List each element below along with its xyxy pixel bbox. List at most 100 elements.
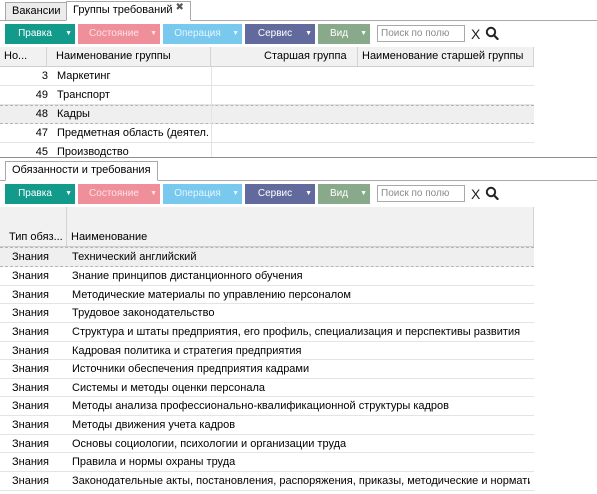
row-duty-type: Знания bbox=[12, 419, 50, 431]
view-menu-button[interactable]: Вид ▼ bbox=[318, 24, 370, 44]
table-row[interactable]: Знания Кадровая политика и стратегия пре… bbox=[0, 342, 534, 360]
table-row[interactable]: Знания Знание принципов дистанционного о… bbox=[0, 267, 534, 286]
view-menu-button[interactable]: Вид ▼ bbox=[318, 184, 370, 204]
table-row[interactable]: Знания Законодательные акты, постановлен… bbox=[0, 472, 534, 491]
table-row[interactable]: 49 Транспорт bbox=[0, 86, 534, 105]
chevron-down-icon: ▼ bbox=[360, 190, 367, 197]
top-toolbar: Правка ▼ Состояние ▼ Операция ▼ Сервис ▼ Вид… bbox=[0, 22, 597, 46]
table-row[interactable]: 45 Производство bbox=[0, 143, 534, 157]
operation-menu-button[interactable]: Операция ▼ bbox=[163, 184, 242, 204]
tab-requirement-groups[interactable]: Группы требований ✖ bbox=[66, 1, 191, 21]
column-header-name[interactable]: Наименование bbox=[67, 207, 534, 246]
column-header-parent-group[interactable]: Старшая группа bbox=[211, 47, 358, 66]
clear-search-button[interactable]: X bbox=[471, 186, 480, 202]
row-number: 45 bbox=[35, 146, 48, 157]
state-menu-button[interactable]: Состояние ▼ bbox=[78, 24, 160, 44]
row-duty-name: Основы социологии, психологии и организа… bbox=[72, 438, 347, 450]
splitter[interactable] bbox=[0, 157, 597, 158]
row-duty-type: Знания bbox=[12, 251, 50, 263]
row-duty-type: Знания bbox=[12, 326, 50, 338]
row-duty-name: Системы и методы оценки персонала bbox=[72, 382, 265, 394]
column-header-parent-group-name[interactable]: Наименование старшей группы bbox=[358, 47, 534, 66]
tab-requirement-groups-label: Группы требований bbox=[73, 4, 173, 16]
service-menu-button[interactable]: Сервис ▼ bbox=[245, 24, 315, 44]
row-duty-type: Знания bbox=[12, 400, 50, 412]
row-duty-name: Правила и нормы охраны труда bbox=[72, 456, 236, 468]
chevron-down-icon: ▼ bbox=[65, 30, 72, 37]
column-divider bbox=[211, 67, 212, 157]
chevron-down-icon: ▼ bbox=[305, 190, 312, 197]
tab-vacancies-label: Вакансии bbox=[12, 5, 61, 17]
table-row[interactable]: Знания Системы и методы оценки персонала bbox=[0, 379, 534, 397]
table-row-selected[interactable]: 48 Кадры bbox=[0, 105, 534, 124]
column-header-group-name[interactable]: Наименование группы bbox=[47, 47, 211, 66]
view-menu-label: Вид bbox=[329, 188, 349, 199]
row-number: 47 bbox=[35, 127, 48, 139]
row-group-name: Маркетинг bbox=[57, 70, 111, 82]
row-duty-name: Кадровая политика и стратегия предприяти… bbox=[72, 345, 302, 357]
duties-requirements-table: Тип обяз... Наименование Знания Техничес… bbox=[0, 207, 597, 494]
service-menu-label: Сервис bbox=[257, 28, 293, 39]
table-row[interactable]: Знания Источники обеспечения предприятия… bbox=[0, 360, 534, 379]
search-icon[interactable] bbox=[485, 25, 499, 41]
close-tab-icon[interactable]: ✖ bbox=[175, 2, 183, 13]
field-search-input[interactable] bbox=[377, 25, 465, 42]
column-header-number[interactable]: Но... bbox=[0, 47, 47, 66]
table-header: Тип обяз... Наименование bbox=[0, 207, 534, 247]
table-row[interactable]: 3 Маркетинг bbox=[0, 67, 534, 86]
operation-menu-button[interactable]: Операция ▼ bbox=[163, 24, 242, 44]
row-duty-type: Знания bbox=[12, 307, 50, 319]
table-row-selected[interactable]: Знания Технический английский bbox=[0, 247, 534, 267]
table-row[interactable]: Знания Правила и нормы охраны труда bbox=[0, 453, 534, 472]
table-row[interactable]: Знания Методы анализа профессионально-кв… bbox=[0, 397, 534, 416]
row-duty-type: Знания bbox=[12, 289, 50, 301]
tab-duties-and-requirements[interactable]: Обязанности и требования bbox=[5, 161, 158, 181]
chevron-down-icon: ▼ bbox=[360, 30, 367, 37]
row-group-name: Предметная область (деятел... bbox=[57, 127, 209, 139]
operation-menu-label: Операция bbox=[174, 188, 221, 199]
table-row[interactable]: Знания Трудовое законодательство bbox=[0, 304, 534, 323]
chevron-down-icon: ▼ bbox=[150, 30, 157, 37]
edit-menu-button[interactable]: Правка ▼ bbox=[5, 24, 75, 44]
requirement-groups-table: Но... Наименование группы Старшая группа… bbox=[0, 47, 597, 157]
row-duty-type: Знания bbox=[12, 438, 50, 450]
row-group-name: Транспорт bbox=[57, 89, 110, 101]
state-menu-button[interactable]: Состояние ▼ bbox=[78, 184, 160, 204]
row-number: 3 bbox=[41, 70, 48, 82]
state-menu-label: Состояние bbox=[89, 28, 139, 39]
tab-vacancies[interactable]: Вакансии bbox=[5, 2, 68, 21]
clear-search-button[interactable]: X bbox=[471, 26, 480, 42]
operation-menu-label: Операция bbox=[174, 28, 221, 39]
service-menu-button[interactable]: Сервис ▼ bbox=[245, 184, 315, 204]
row-duty-type: Знания bbox=[12, 345, 50, 357]
chevron-down-icon: ▼ bbox=[65, 190, 72, 197]
field-search-input[interactable] bbox=[377, 185, 465, 202]
chevron-down-icon: ▼ bbox=[232, 190, 239, 197]
row-duty-name: Структура и штаты предприятия, его профи… bbox=[72, 326, 521, 338]
tab-duties-label: Обязанности и требования bbox=[12, 164, 151, 176]
detail-tab-bar: Обязанности и требования bbox=[0, 160, 597, 181]
view-menu-label: Вид bbox=[329, 28, 349, 39]
chevron-down-icon: ▼ bbox=[232, 30, 239, 37]
row-duty-name: Законодательные акты, постановления, рас… bbox=[72, 475, 530, 487]
table-row[interactable]: Знания Методы движения учета кадров bbox=[0, 416, 534, 435]
service-menu-label: Сервис bbox=[257, 188, 293, 199]
row-duty-name: Знание принципов дистанционного обучения bbox=[72, 270, 303, 282]
table-row[interactable]: Знания Структура и штаты предприятия, ег… bbox=[0, 323, 534, 342]
row-duty-name: Трудовое законодательство bbox=[72, 307, 215, 319]
table-row[interactable]: Знания Методические материалы по управле… bbox=[0, 286, 534, 304]
table-row[interactable]: Знания Основы социологии, психологии и о… bbox=[0, 435, 534, 453]
search-icon[interactable] bbox=[485, 185, 499, 201]
row-number: 49 bbox=[35, 89, 48, 101]
row-duty-type: Знания bbox=[12, 270, 50, 282]
edit-menu-label: Правка bbox=[18, 28, 52, 39]
detail-toolbar: Правка ▼ Состояние ▼ Операция ▼ Сервис ▼ Вид… bbox=[0, 182, 597, 206]
state-menu-label: Состояние bbox=[89, 188, 139, 199]
column-header-duty-type[interactable]: Тип обяз... bbox=[0, 207, 67, 246]
row-group-name: Кадры bbox=[57, 108, 90, 120]
edit-menu-button[interactable]: Правка ▼ bbox=[5, 184, 75, 204]
edit-menu-label: Правка bbox=[18, 188, 52, 199]
row-duty-name: Методы анализа профессионально-квалифика… bbox=[72, 400, 449, 412]
table-row[interactable]: 47 Предметная область (деятел... bbox=[0, 124, 534, 143]
table-header: Но... Наименование группы Старшая группа… bbox=[0, 47, 534, 67]
